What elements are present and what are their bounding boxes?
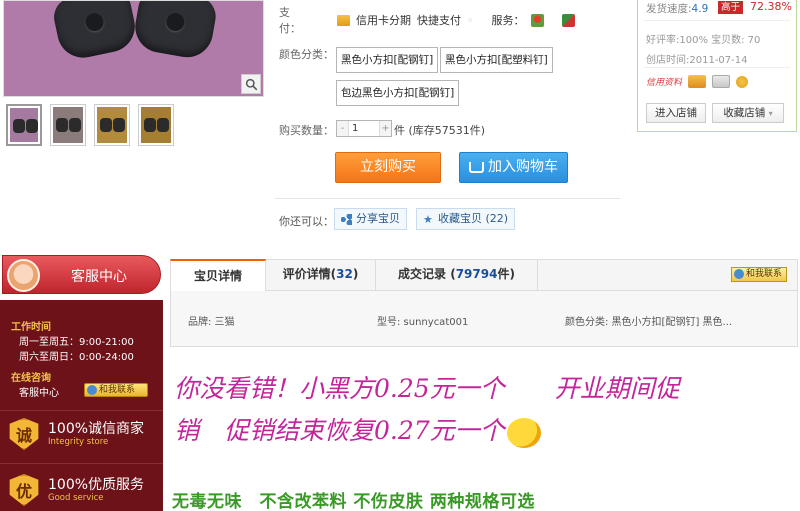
quantity-decrease-button[interactable]: - [337, 121, 348, 136]
divider [644, 67, 790, 68]
divider [0, 463, 163, 464]
good-rate: 好评率:100% 宝贝数: 70 [646, 35, 761, 46]
service-title: 100%优质服务 [48, 477, 145, 493]
product-slogan: 无毒无味 不含改苯料 不伤皮肤 两种规格可选 [172, 492, 535, 511]
service-seal-icon: 优 [9, 474, 39, 506]
tab-item-detail[interactable]: 宝贝详情 [170, 259, 266, 292]
share-item-label: 分享宝贝 [356, 212, 400, 225]
shop-created-date: 创店时间:2011-07-14 [646, 55, 748, 66]
quick-pay-link[interactable]: 快捷支付 [417, 12, 461, 28]
divider [0, 410, 163, 411]
cs-link: 客服中心 [19, 388, 59, 399]
promo-line: 销 促销结束恢复0.27元一个 [174, 416, 505, 445]
service-return-icon[interactable] [561, 13, 575, 27]
smiley-emoji-icon [506, 417, 541, 448]
buy-now-button[interactable]: 立刻购买 [335, 152, 441, 183]
pay-more-icon[interactable]: ◦ [467, 14, 474, 27]
promo-line: 你没看错！小黑方0.25元一个 开业期间促 [174, 374, 680, 403]
payment-label: 支 付： [279, 6, 312, 35]
thumbnail[interactable] [50, 104, 86, 146]
divider [644, 20, 790, 21]
security-tag-image [131, 1, 219, 62]
tab-transactions[interactable]: 成交记录 (79794件) [376, 259, 538, 291]
ship-speed: 发货速度:4.9 [646, 3, 709, 15]
cart-icon [469, 162, 484, 173]
real-shot-icon[interactable] [712, 75, 731, 88]
security-tag-image [50, 1, 140, 63]
share-prompt: 你还可以： [279, 215, 334, 228]
online-consult-title: 在线咨询 [11, 373, 51, 384]
detail-tabs: 宝贝详情 评价详情(32) 成交记录 (79794件) [170, 259, 798, 292]
customer-service-title: 客服中心 [71, 269, 127, 285]
chevron-down-icon: ▾ [768, 109, 773, 118]
quantity-increase-button[interactable]: + [380, 121, 391, 136]
contact-me-button[interactable]: 和我联系 [84, 383, 148, 397]
coin-icon[interactable] [736, 75, 749, 88]
credit-info-link[interactable]: 信用资料 [646, 75, 682, 88]
promo-text: 你没看错！小黑方0.25元一个 开业期间促 销 促销结束恢复0.27元一个 [174, 368, 794, 452]
product-main-image[interactable] [3, 0, 264, 97]
shop-badges: 信用资料 [646, 75, 749, 88]
zoom-icon[interactable] [241, 74, 261, 94]
higher-than-percent: 72.38% [750, 0, 792, 13]
work-hours-title: 工作时间 [11, 322, 51, 333]
favorite-item-label: 收藏宝贝 (22) [438, 212, 509, 225]
add-to-cart-button[interactable]: 加入购物车 [459, 152, 568, 183]
sku-option[interactable]: 包边黑色小方扣[配钢钉] [336, 80, 460, 106]
consumer-protection-icon[interactable] [688, 75, 707, 88]
hours-weekend: 周六至周日：0:00-24:00 [19, 352, 134, 363]
stock-text: 件 (库存57531件) [394, 124, 486, 137]
favorite-shop-button[interactable]: 收藏店铺 ▾ [712, 103, 784, 123]
share-icon [341, 213, 352, 225]
thumbnail[interactable] [6, 104, 42, 146]
customer-service-header[interactable]: 客服中心 [2, 255, 161, 294]
service-label: 服务： [491, 14, 525, 27]
enter-shop-button[interactable]: 进入店铺 [646, 103, 706, 123]
divider [275, 198, 620, 199]
share-item-button[interactable]: 分享宝贝 [334, 208, 407, 230]
favorite-item-button[interactable]: ★ 收藏宝贝 (22) [416, 208, 516, 230]
thumbnail[interactable] [94, 104, 130, 146]
quantity-input[interactable]: 1 [348, 121, 380, 136]
integrity-title: 100%诚信商家 [48, 421, 145, 437]
credit-installment-link[interactable]: 信用卡分期 [356, 12, 411, 28]
quantity-stepper: - 1 + [336, 120, 392, 137]
payment-row: 支 付： 信用卡分期 快捷支付 ◦ 服务： [279, 4, 575, 36]
attr-model: 型号: sunnycat001 [377, 317, 469, 328]
attr-brand: 品牌: 三猫 [188, 317, 235, 328]
integrity-seal-icon: 诚 [9, 418, 39, 450]
contact-me-button[interactable]: 和我联系 [731, 267, 787, 282]
thumbnail[interactable] [138, 104, 174, 146]
service-subtitle: Good service [48, 493, 104, 503]
shop-info-card: 发货速度:4.9 高于 72.38% 好评率:100% 宝贝数: 70 创店时间… [637, 0, 797, 132]
star-icon: ★ [423, 212, 433, 226]
service-guarantee-icon[interactable] [530, 13, 544, 27]
sku-option[interactable]: 黑色小方扣[配塑料钉] [440, 47, 553, 73]
integrity-badge: 诚 100%诚信商家 Integrity store [8, 418, 144, 450]
hours-weekday: 周一至周五：9:00-21:00 [19, 337, 134, 348]
service-badge: 优 100%优质服务 Good service [8, 474, 144, 506]
attr-color: 颜色分类: 黑色小方扣[配钢钉] 黑色... [565, 317, 733, 328]
attributes-panel: 品牌: 三猫 型号: sunnycat001 颜色分类: 黑色小方扣[配钢钉] … [170, 291, 798, 347]
credit-card-icon [337, 14, 350, 26]
sku-option[interactable]: 黑色小方扣[配钢钉] [336, 47, 439, 73]
tab-reviews[interactable]: 评价详情(32) [266, 259, 376, 291]
higher-than-badge: 高于 [718, 1, 744, 14]
integrity-subtitle: Integrity store [48, 437, 109, 447]
mascot-avatar [7, 259, 40, 292]
thumbnail-strip [6, 104, 174, 146]
color-label: 颜色分类： [279, 48, 334, 61]
add-to-cart-label: 加入购物车 [488, 159, 558, 175]
quantity-label: 购买数量： [279, 124, 334, 137]
